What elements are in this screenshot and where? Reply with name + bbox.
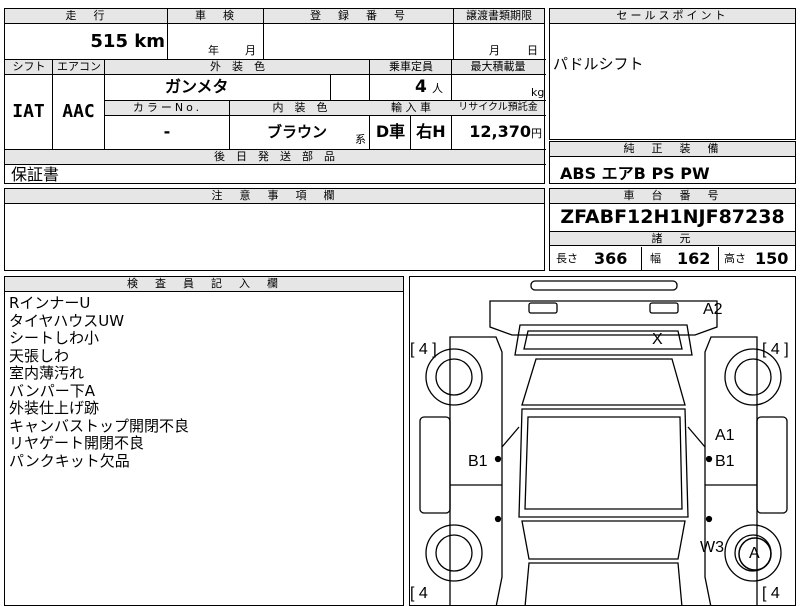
inspection-header: 車 検 <box>168 9 264 24</box>
later-parts-header: 後 日 発 送 部 品 <box>5 150 544 164</box>
interior-color-header: 内 装 色 <box>230 101 370 115</box>
damage-mark-b1-right: B1 <box>715 453 735 470</box>
caution-header: 注 意 事 項 欄 <box>5 189 544 204</box>
damage-mark-a-circled: A <box>749 545 760 562</box>
dimensions-row: 長さ 366 幅 162 高さ 150 <box>550 247 795 270</box>
width-value: 162 <box>677 249 711 268</box>
mileage-unit: km <box>134 31 165 52</box>
note-item: RインナーU <box>9 294 91 312</box>
chassis-box: 車 台 番 号 ZFABF12H1NJF87238 諸 元 長さ 366 幅 1… <box>549 188 796 271</box>
damage-mark-b1-left: B1 <box>468 453 488 470</box>
note-item: タイヤハウスUW <box>9 311 125 330</box>
damage-mark-a1: A1 <box>715 427 735 444</box>
color-no-value: - <box>163 122 171 141</box>
recycle-amount: 12,370 <box>469 122 531 141</box>
damage-mark-w3: W3 <box>700 539 724 556</box>
chassis-number: ZFABF12H1NJF87238 <box>560 206 785 228</box>
recycle-value: 12,370円 <box>452 117 542 149</box>
import-dealer: D車 <box>375 122 406 141</box>
mileage-number: 515 <box>90 31 128 52</box>
height-value: 150 <box>755 249 789 268</box>
exterior-color-header: 外 装 色 <box>105 60 370 74</box>
max-load-header: 最大積載量 <box>452 60 544 74</box>
dimensions-header: 諸 元 <box>550 231 795 246</box>
note-item: キャンバストップ開閉不良 <box>9 416 190 435</box>
shift-header: シフト <box>5 60 53 74</box>
transfer-header: 譲渡書類期限 <box>454 9 544 24</box>
note-item: パンクキット欠品 <box>9 451 130 470</box>
sales-point-box: セールスポイント パドルシフト <box>549 8 796 140</box>
inspector-header: 検 査 員 記 入 欄 <box>5 277 403 292</box>
color-no-header: カラーNo. <box>105 101 230 115</box>
equipment-text: ABS エアB PS PW <box>560 164 710 183</box>
mileage-header: 走 行 <box>5 9 168 24</box>
equipment-box: 純 正 装 備 ABS エアB PS PW <box>549 141 796 184</box>
chassis-header: 車 台 番 号 <box>550 189 795 204</box>
max-load-unit: kg <box>531 86 545 99</box>
height-label: 高さ <box>724 252 746 265</box>
length-label: 長さ <box>556 252 578 265</box>
tire-depth-front-left: [ 4 ] <box>410 341 437 358</box>
car-diagram <box>419 280 788 605</box>
interior-color-suffix: 系 <box>355 133 366 146</box>
later-parts-value: 保証書 <box>11 165 60 184</box>
tire-depth-front-right: [ 4 ] <box>762 341 789 358</box>
caution-box: 注 意 事 項 欄 <box>4 188 545 271</box>
tire-depth-rear-right: [ 4 <box>762 585 780 602</box>
damage-mark-x: X <box>652 331 663 348</box>
sales-point-header: セールスポイント <box>550 9 795 24</box>
import-steering: 右H <box>416 122 446 141</box>
tire-depth-rear-left: [ 4 <box>410 585 428 602</box>
capacity-value: 4 人 <box>415 76 443 100</box>
aircon-value: AAC <box>62 101 95 122</box>
transfer-day-unit: 日 <box>527 44 538 57</box>
shift-value: IAT <box>12 101 45 122</box>
vehicle-info-table: 走 行 車 検 登 録 番 号 譲渡書類期限 515 km 年 月 月 日 シフ… <box>4 8 546 184</box>
recycle-header: リサイクル預託金 <box>452 101 544 115</box>
note-item: シートしわ小 <box>9 329 100 347</box>
note-item: 外装仕上げ跡 <box>9 399 100 417</box>
equipment-header: 純 正 装 備 <box>550 142 795 157</box>
note-item: リヤゲート開閉不良 <box>9 434 145 452</box>
transfer-month-unit: 月 <box>489 44 500 57</box>
note-item: 天張しわ <box>9 346 70 365</box>
capacity-unit: 人 <box>431 82 443 95</box>
capacity-number: 4 <box>415 77 427 97</box>
sales-point-text: パドルシフト <box>553 55 644 73</box>
inspector-box: 検 査 員 記 入 欄 RインナーU タイヤハウスUW シートしわ小 天張しわ … <box>4 276 404 606</box>
note-item: バンパー下A <box>9 381 96 400</box>
capacity-header: 乗車定員 <box>370 60 452 74</box>
length-value: 366 <box>594 249 628 268</box>
exterior-color-value: ガンメタ <box>165 77 229 96</box>
car-diagram-box: A2 X A1 B1 B1 W3 A [ 4 ] [ 4 ] [ 4 [ 4 <box>409 276 796 606</box>
damage-mark-a2: A2 <box>703 301 723 318</box>
aircon-header: エアコン <box>53 60 105 74</box>
recycle-unit: 円 <box>531 127 542 140</box>
note-item: 室内薄汚れ <box>9 364 85 382</box>
registration-header: 登 録 番 号 <box>264 9 454 24</box>
mileage-value: 515 km <box>5 27 165 57</box>
import-header: 輸 入 車 <box>370 101 452 115</box>
inspection-year-unit: 年 <box>208 44 219 57</box>
width-label: 幅 <box>650 252 661 265</box>
interior-color-value: ブラウン <box>267 123 328 141</box>
inspection-month-unit: 月 <box>245 44 256 57</box>
inspector-notes: RインナーU タイヤハウスUW シートしわ小 天張しわ 室内薄汚れ バンパー下A… <box>9 294 190 470</box>
